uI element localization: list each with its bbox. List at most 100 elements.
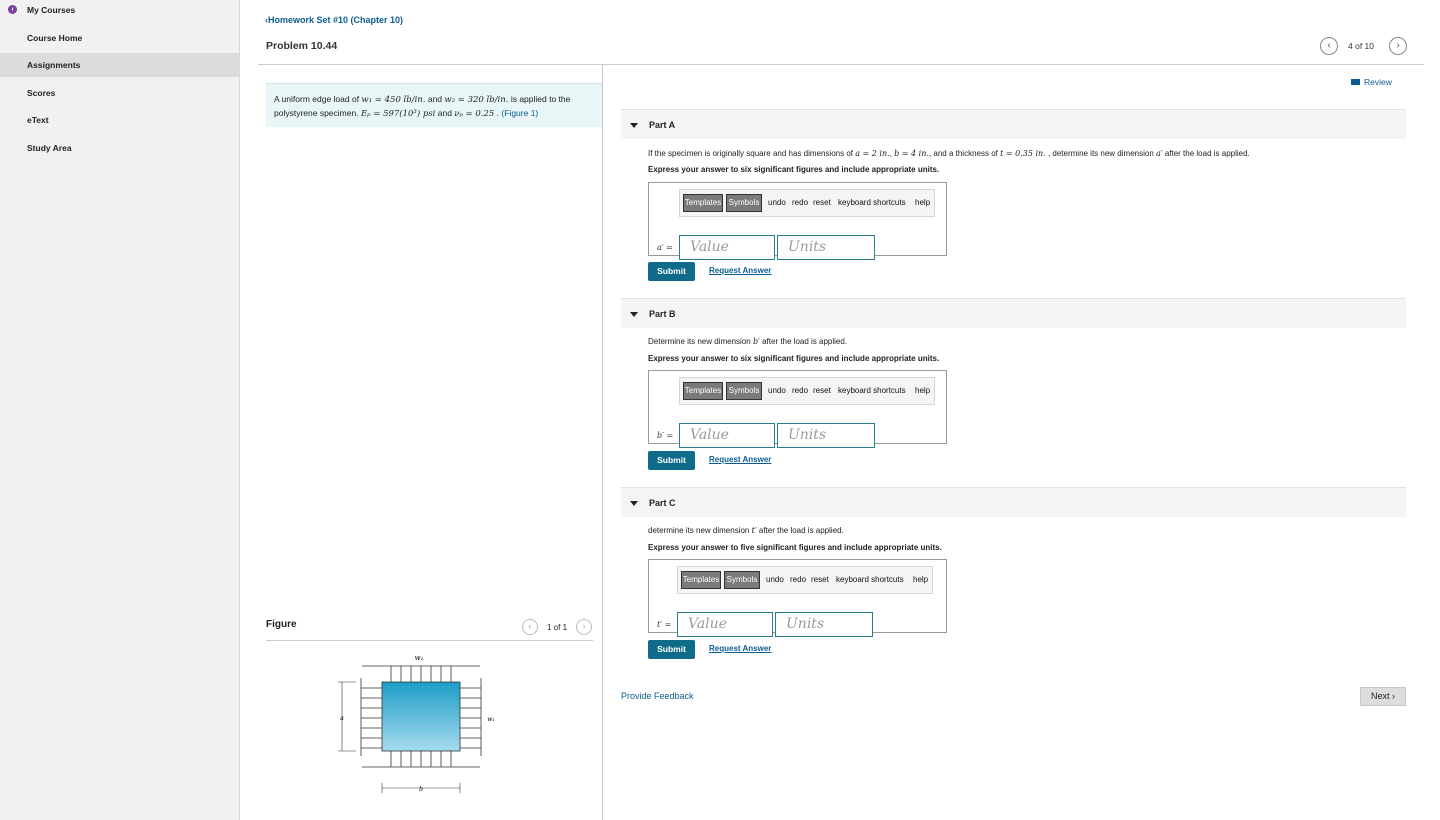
help-button[interactable]: help xyxy=(913,575,928,584)
reset-button[interactable]: reset xyxy=(811,575,829,584)
modulus-value: Eₚ = 597(10³) psi xyxy=(360,109,436,119)
review-label: Review xyxy=(1364,77,1392,87)
dim-a-value: a = 2 in. xyxy=(855,149,890,158)
next-figure-button[interactable]: › xyxy=(576,619,592,635)
w2-value: w₂ = 320 lb/in. xyxy=(444,95,509,105)
request-answer-link[interactable]: Request Answer xyxy=(709,644,771,653)
value-input[interactable]: Value xyxy=(679,235,775,260)
figure-pager-count: 1 of 1 xyxy=(547,623,568,632)
page-title: Problem 10.44 xyxy=(266,40,338,52)
units-input[interactable]: Units xyxy=(775,612,873,637)
part-b-answer-box: Templates Symbols undo redo reset keyboa… xyxy=(648,370,947,448)
sidebar-item-assignments[interactable]: Assignments xyxy=(0,53,239,77)
units-input[interactable]: Units xyxy=(777,235,875,260)
reset-button[interactable]: reset xyxy=(813,198,831,207)
caret-down-icon xyxy=(630,123,638,128)
part-c-answer-box: Templates Symbols undo redo reset keyboa… xyxy=(648,559,947,637)
templates-button[interactable]: Templates xyxy=(683,194,723,212)
redo-button[interactable]: redo xyxy=(792,386,808,395)
problem-pager: ‹ 4 of 10 › xyxy=(1320,37,1420,55)
part-c-question: determine its new dimension t′ after the… xyxy=(648,526,844,535)
math-toolbar: Templates Symbols undo redo reset keyboa… xyxy=(677,566,933,594)
prev-problem-button[interactable]: ‹ xyxy=(1320,37,1338,55)
math-toolbar: Templates Symbols undo redo reset keyboa… xyxy=(679,377,935,405)
dimension-a-label: a xyxy=(340,715,344,722)
templates-button[interactable]: Templates xyxy=(683,382,723,400)
value-input[interactable]: Value xyxy=(677,612,773,637)
figure-title: Figure xyxy=(266,619,297,630)
keyboard-shortcuts-button[interactable]: keyboard shortcuts xyxy=(838,198,906,207)
poisson-value: νₚ = 0.25 xyxy=(454,109,495,119)
undo-button[interactable]: undo xyxy=(766,575,784,584)
answer-pane: Review Part A If the specimen is origina… xyxy=(603,65,1423,820)
keyboard-shortcuts-button[interactable]: keyboard shortcuts xyxy=(838,386,906,395)
question-text: If the specimen is originally square and… xyxy=(648,149,856,158)
submit-button[interactable]: Submit xyxy=(648,451,695,470)
help-button[interactable]: help xyxy=(915,386,930,395)
redo-button[interactable]: redo xyxy=(790,575,806,584)
w1-label: w₁ xyxy=(487,716,495,723)
sidebar-item-my-courses[interactable]: ‹ My Courses xyxy=(0,0,239,22)
part-c-instruction: Express your answer to five significant … xyxy=(648,543,942,552)
part-title: Part B xyxy=(649,309,676,319)
divider xyxy=(266,640,593,641)
sidebar-item-label: Assignments xyxy=(27,60,81,70)
caret-down-icon xyxy=(630,501,638,506)
part-title: Part A xyxy=(649,120,676,130)
book-icon xyxy=(1351,79,1360,85)
w2-label: w₂ xyxy=(415,654,424,662)
problem-text: and xyxy=(435,108,455,118)
answer-label: t′ = xyxy=(657,620,672,629)
sidebar-item-study-area[interactable]: Study Area xyxy=(0,136,239,160)
review-link[interactable]: Review xyxy=(1351,77,1392,87)
part-a-question: If the specimen is originally square and… xyxy=(648,149,1250,158)
sidebar-item-scores[interactable]: Scores xyxy=(0,81,239,105)
question-text: , and a thickness of xyxy=(928,149,1001,158)
chevron-right-icon: › xyxy=(582,621,586,631)
symbols-button[interactable]: Symbols xyxy=(724,571,760,589)
part-c-header[interactable]: Part C xyxy=(621,487,1406,517)
submit-button[interactable]: Submit xyxy=(648,640,695,659)
request-answer-link[interactable]: Request Answer xyxy=(709,455,771,464)
undo-button[interactable]: undo xyxy=(768,386,786,395)
help-button[interactable]: help xyxy=(915,198,930,207)
problem-text: A uniform edge load of xyxy=(274,94,362,104)
value-input[interactable]: Value xyxy=(679,423,775,448)
question-text: determine its new dimension xyxy=(648,526,752,535)
provide-feedback-link[interactable]: Provide Feedback xyxy=(621,691,694,701)
answer-label: a′ = xyxy=(657,243,673,252)
keyboard-shortcuts-button[interactable]: keyboard shortcuts xyxy=(836,575,904,584)
next-button[interactable]: Next › xyxy=(1360,687,1406,706)
submit-button[interactable]: Submit xyxy=(648,262,695,281)
next-problem-button[interactable]: › xyxy=(1389,37,1407,55)
chevron-left-icon: ‹ xyxy=(528,621,532,631)
sidebar-item-course-home[interactable]: Course Home xyxy=(0,26,239,50)
breadcrumb-label: Homework Set #10 (Chapter 10) xyxy=(268,15,404,25)
undo-button[interactable]: undo xyxy=(768,198,786,207)
problem-text: and xyxy=(425,94,445,104)
redo-button[interactable]: redo xyxy=(792,198,808,207)
thickness-value: t = 0.35 in. xyxy=(1000,149,1046,158)
pager-count: 4 of 10 xyxy=(1348,41,1374,51)
chevron-left-icon: ‹ xyxy=(1327,40,1331,51)
units-input[interactable]: Units xyxy=(777,423,875,448)
prev-figure-button[interactable]: ‹ xyxy=(522,619,538,635)
request-answer-link[interactable]: Request Answer xyxy=(709,266,771,275)
back-circle-icon: ‹ xyxy=(8,5,17,14)
question-text: after the load is applied. xyxy=(756,526,844,535)
w1-value: w₁ = 450 lb/in. xyxy=(361,95,426,105)
templates-button[interactable]: Templates xyxy=(681,571,721,589)
part-b-instruction: Express your answer to six significant f… xyxy=(648,354,940,363)
part-title: Part C xyxy=(649,498,676,508)
sidebar-item-etext[interactable]: eText xyxy=(0,108,239,132)
figure-link[interactable]: (Figure 1) xyxy=(501,108,538,118)
part-a-header[interactable]: Part A xyxy=(621,109,1406,139)
symbols-button[interactable]: Symbols xyxy=(726,194,762,212)
symbols-button[interactable]: Symbols xyxy=(726,382,762,400)
variable: b′ xyxy=(752,337,760,346)
part-b-header[interactable]: Part B xyxy=(621,298,1406,328)
dimension-b-label: b xyxy=(419,786,423,793)
breadcrumb-back-link[interactable]: ‹Homework Set #10 (Chapter 10) xyxy=(265,15,403,25)
next-label: Next xyxy=(1370,691,1390,701)
reset-button[interactable]: reset xyxy=(813,386,831,395)
